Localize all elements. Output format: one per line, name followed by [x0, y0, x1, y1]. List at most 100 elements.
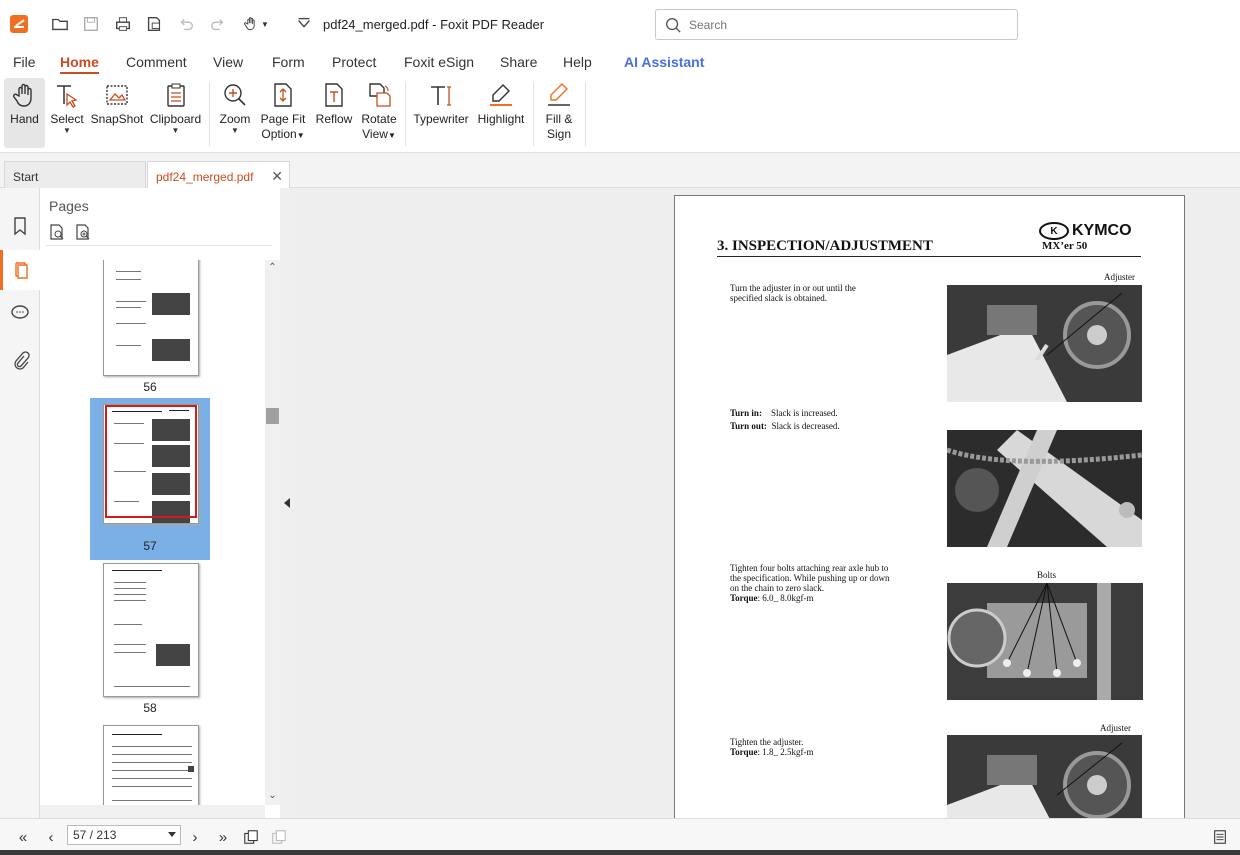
save-icon[interactable] [80, 13, 102, 35]
window-title: pdf24_merged.pdf - Foxit PDF Reader [323, 17, 545, 32]
tab-protect[interactable]: Protect [332, 54, 376, 70]
typewriter-icon [431, 86, 451, 106]
paperclip-icon [14, 351, 30, 370]
thumbnail-vertical-scrollbar[interactable]: ⌃ ⌄ [265, 260, 280, 805]
search-icon [666, 18, 681, 33]
photo-adjuster-2 [947, 735, 1142, 818]
page-dropdown-icon[interactable] [168, 832, 176, 837]
next-view-icon[interactable] [269, 827, 289, 847]
pages-panel: Pages 56 57 58 ⌃ ⌄ [40, 188, 280, 818]
clipboard-icon [166, 83, 185, 107]
tab-comment[interactable]: Comment [126, 54, 187, 70]
previous-view-icon[interactable] [241, 827, 261, 847]
hand-button[interactable]: Hand [4, 78, 45, 148]
tab-view[interactable]: View [213, 54, 243, 70]
page-number-field[interactable]: 57 / 213 [67, 825, 181, 845]
print-icon[interactable] [112, 13, 134, 35]
zoom-in-thumbnail-icon[interactable] [74, 223, 92, 241]
rotate-view-button[interactable]: Rotate View▼ [358, 78, 400, 148]
comment-icon [11, 305, 29, 319]
pages-icon [14, 262, 28, 279]
foxit-logo-icon [10, 15, 28, 33]
fill-sign-icon [548, 83, 570, 106]
document-tab-bar: Start pdf24_merged.pdf ✕ [0, 153, 1240, 188]
hand-icon [12, 83, 32, 107]
scroll-up-icon[interactable]: ⌃ [265, 262, 280, 273]
first-page-icon[interactable]: « [13, 827, 33, 847]
page-fit-icon [274, 83, 292, 107]
select-dropdown-icon[interactable]: ▼ [63, 127, 71, 135]
open-file-icon[interactable] [49, 13, 71, 35]
zoom-dropdown-icon[interactable]: ▼ [231, 127, 239, 135]
last-page-icon[interactable]: » [213, 827, 233, 847]
zoom-out-thumbnail-icon[interactable] [48, 223, 66, 241]
tab-file[interactable]: File [13, 54, 36, 70]
bookmarks-panel-button[interactable] [0, 206, 40, 246]
thumbnail-page-58[interactable]: 58 [90, 563, 210, 723]
page-layout-icon[interactable] [1210, 827, 1230, 847]
instruction-4: Tighten the adjuster. Torque: 1.8_ 2.5kg… [730, 737, 814, 757]
reflow-icon [325, 83, 343, 107]
select-text-icon [57, 85, 78, 108]
clipboard-button[interactable]: Clipboard ▼ [148, 78, 203, 148]
tab-ai-assistant[interactable]: AI Assistant [624, 54, 704, 70]
tab-form[interactable]: Form [272, 54, 305, 70]
menu-bar: File Home Comment View Form Protect Foxi… [0, 48, 1240, 76]
comments-panel-button[interactable] [0, 293, 40, 333]
title-bar: ▼ pdf24_merged.pdf - Foxit PDF Reader [0, 0, 1240, 48]
ribbon-toolbar: Hand Select ▼ SnapShot Clipboard ▼ Zoom … [0, 76, 1240, 153]
tab-foxit-esign[interactable]: Foxit eSign [404, 54, 474, 70]
close-tab-icon[interactable]: ✕ [271, 168, 283, 185]
label-adjuster-2: Adjuster [1100, 723, 1131, 733]
zoom-button[interactable]: Zoom ▼ [216, 78, 254, 148]
pdf-page-57: 3. INSPECTION/ADJUSTMENT K KYMCO MX’er 5… [674, 195, 1185, 818]
snapshot-button[interactable]: SnapShot [90, 78, 144, 148]
hand-tool-dropdown-icon[interactable]: ▼ [240, 13, 272, 35]
kymco-logo: K KYMCO [1039, 222, 1132, 240]
photo-adjuster-1 [947, 285, 1142, 402]
attachments-panel-button[interactable] [0, 340, 40, 380]
highlight-button[interactable]: Highlight [474, 78, 528, 148]
scan-icon[interactable] [143, 13, 165, 35]
tab-share[interactable]: Share [500, 54, 537, 70]
next-page-icon[interactable]: › [185, 827, 205, 847]
undo-icon[interactable] [175, 13, 197, 35]
thumbnail-horizontal-scrollbar[interactable] [40, 805, 265, 818]
label-adjuster-1: Adjuster [1104, 272, 1135, 282]
select-button[interactable]: Select ▼ [48, 78, 86, 148]
pages-panel-button[interactable] [0, 250, 40, 290]
reflow-button[interactable]: Reflow [313, 78, 355, 148]
turn-out-text: Turn out: Slack is decreased. [730, 421, 840, 431]
rotate-view-icon [369, 83, 391, 107]
scrollbar-thumb[interactable] [266, 408, 279, 424]
kymco-emblem-icon: K [1039, 222, 1069, 240]
instruction-3: Tighten four bolts attaching rear axle h… [730, 563, 890, 603]
thumbnail-page-57[interactable]: 57 [90, 398, 210, 560]
navigation-panel-strip [0, 188, 40, 818]
thumbnail-list: 56 57 58 [40, 260, 265, 805]
previous-page-icon[interactable]: ‹ [41, 827, 61, 847]
collapse-arrow-icon [284, 498, 290, 508]
search-input[interactable] [689, 15, 1009, 35]
search-box[interactable] [655, 9, 1018, 40]
photo-bolts [947, 583, 1143, 700]
fill-and-sign-button[interactable]: Fill & Sign [539, 78, 579, 148]
page-fit-option-button[interactable]: Page Fit Option▼ [259, 78, 307, 148]
tab-start[interactable]: Start [4, 161, 146, 188]
thumbnail-page-59[interactable] [90, 725, 210, 805]
document-view[interactable]: 3. INSPECTION/ADJUSTMENT K KYMCO MX’er 5… [295, 188, 1240, 818]
tab-home[interactable]: Home [60, 54, 99, 74]
page-heading: 3. INSPECTION/ADJUSTMENT [717, 238, 933, 254]
clipboard-dropdown-icon[interactable]: ▼ [172, 127, 180, 135]
model-name: MX’er 50 [1042, 240, 1088, 252]
bookmark-icon [14, 217, 26, 236]
panel-collapse-handle[interactable] [280, 188, 295, 818]
thumbnail-page-56[interactable]: 56 [90, 260, 210, 400]
tab-pdf24-merged[interactable]: pdf24_merged.pdf ✕ [147, 161, 290, 188]
customize-quick-access-icon[interactable] [293, 13, 315, 35]
pages-panel-title: Pages [49, 198, 89, 214]
redo-icon[interactable] [207, 13, 229, 35]
tab-help[interactable]: Help [563, 54, 592, 70]
typewriter-button[interactable]: Typewriter [411, 78, 471, 148]
scroll-down-icon[interactable]: ⌄ [265, 790, 280, 801]
